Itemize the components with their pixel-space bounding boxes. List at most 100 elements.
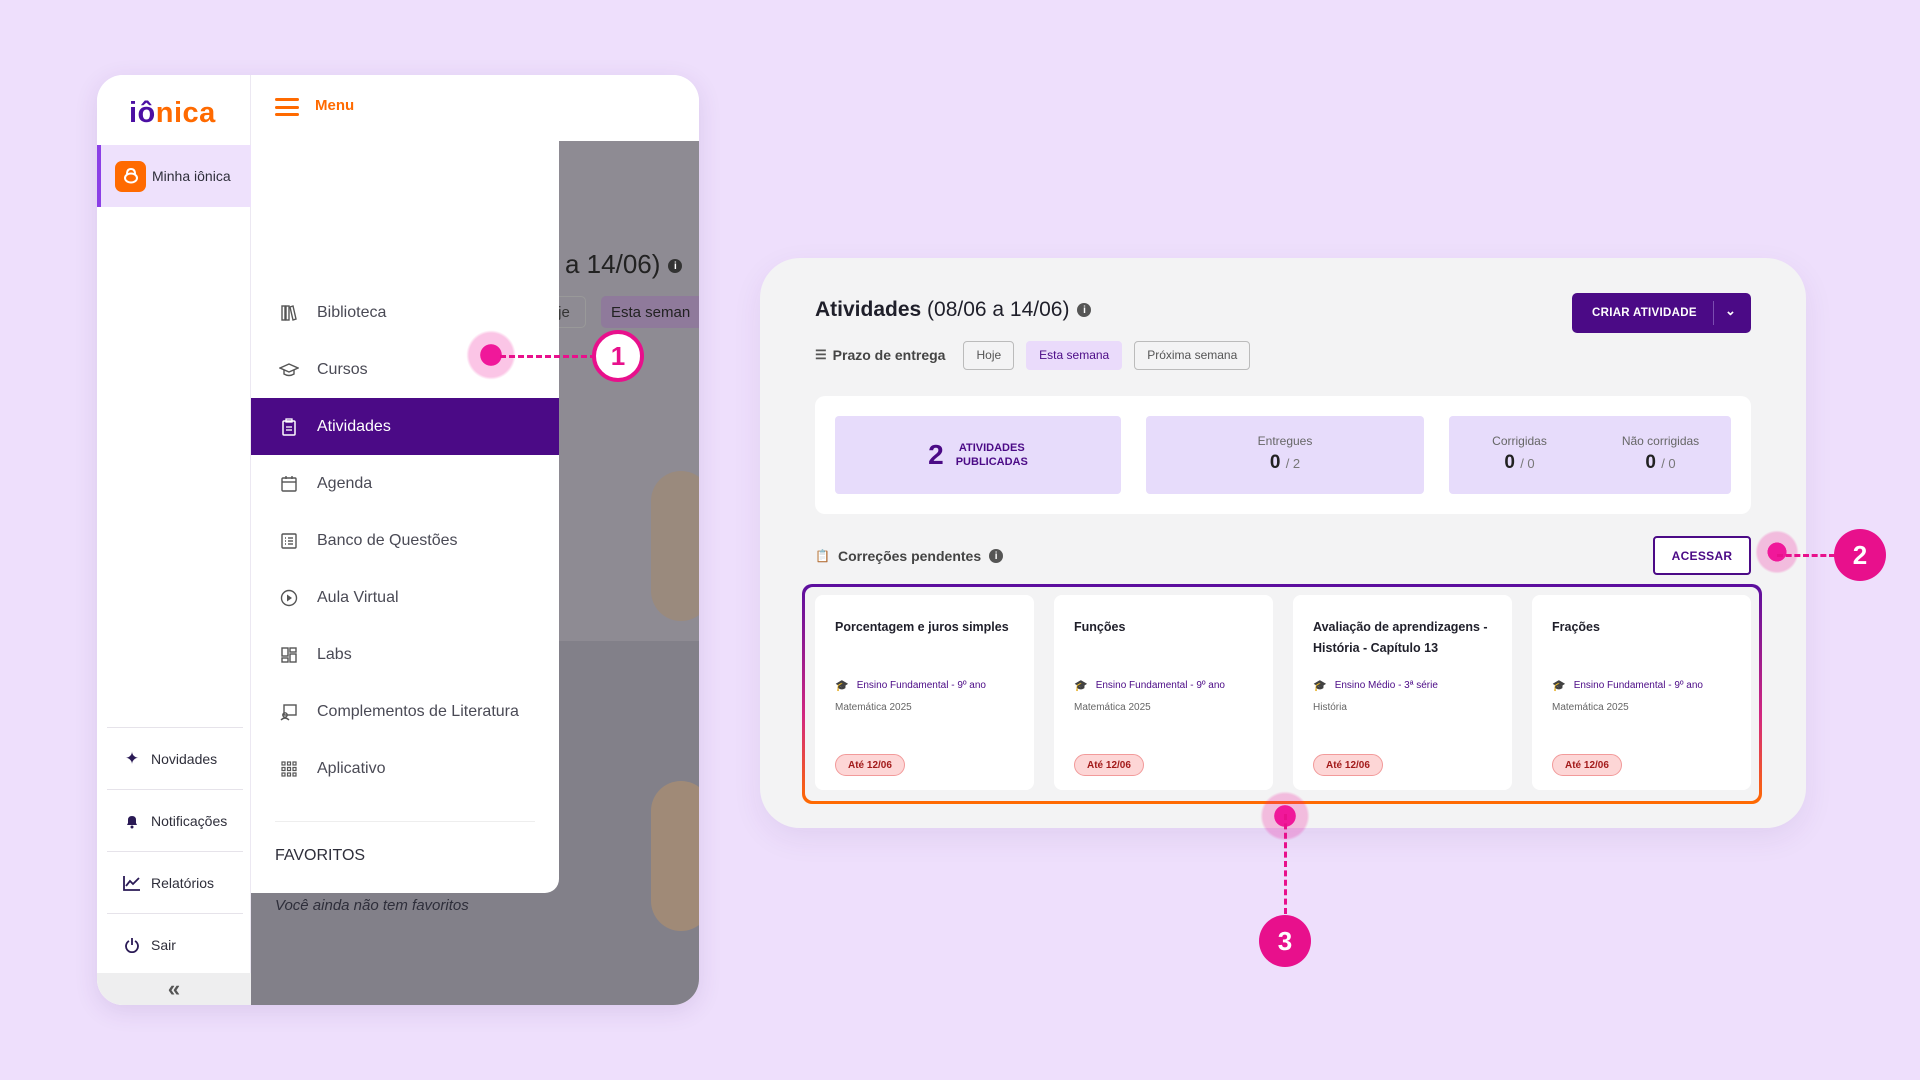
pending-card[interactable]: Avaliação de aprendizagens - História - … xyxy=(1293,595,1512,790)
graduation-cap-icon: 🎓 xyxy=(1313,680,1327,692)
navigation-drawer: Biblioteca Cursos Atividades Agenda Banc… xyxy=(251,141,559,914)
nav-item-biblioteca[interactable]: Biblioteca xyxy=(251,284,559,341)
rail-item-minha-ionica[interactable]: Minha iônica xyxy=(97,145,251,207)
ionica-bag-icon xyxy=(115,160,146,192)
sliders-icon: ☰ xyxy=(815,347,827,362)
due-badge: Até 12/06 xyxy=(1074,754,1144,776)
pending-card[interactable]: Funções 🎓 Ensino Fundamental - 9º ano Mat… xyxy=(1054,595,1273,790)
card-level: 🎓 Ensino Fundamental - 9º ano xyxy=(1074,679,1225,692)
nav-item-agenda[interactable]: Agenda xyxy=(251,455,559,512)
callout-2-badge: 2 xyxy=(1834,529,1886,581)
due-badge: Até 12/06 xyxy=(1552,754,1622,776)
card-subject: Matemática 2025 xyxy=(835,702,912,713)
favorites-empty-message: Você ainda não tem favoritos xyxy=(275,897,469,914)
ionica-logo[interactable]: iônica xyxy=(129,97,216,130)
filter-label-text: Prazo de entrega xyxy=(832,347,946,363)
nav-item-label: Labs xyxy=(317,645,352,663)
card-title: Porcentagem e juros simples xyxy=(835,620,1009,634)
uncorrected-label: Não corrigidas xyxy=(1621,434,1700,448)
stat-corrected: Corrigidas 0 / 0 xyxy=(1449,416,1590,494)
corrected-count: 0 xyxy=(1504,452,1515,473)
logo-part-1: iô xyxy=(129,97,156,129)
title-bold: Atividades xyxy=(815,298,922,321)
delivered-label: Entregues xyxy=(1257,434,1313,448)
background-illustration xyxy=(651,781,699,931)
chart-line-icon xyxy=(121,872,143,894)
card-level: 🎓 Ensino Médio - 3ª série xyxy=(1313,679,1438,692)
rail-item-label: Sair xyxy=(151,936,176,953)
filter-chip-this-week[interactable]: Esta semana xyxy=(1026,340,1123,370)
play-icon xyxy=(279,588,299,608)
labs-icon xyxy=(279,645,299,665)
due-badge: Até 12/06 xyxy=(835,754,905,776)
favorites-title: FAVORITOS xyxy=(275,847,366,864)
card-level: 🎓 Ensino Fundamental - 9º ano xyxy=(1552,679,1703,692)
rail-item-novidades[interactable]: ✦ Novidades xyxy=(107,727,243,789)
access-button[interactable]: ACESSAR xyxy=(1653,536,1751,575)
nav-item-complementos-de-literatura[interactable]: Complementos de Literatura xyxy=(251,683,559,740)
due-badge: Até 12/06 xyxy=(1313,754,1383,776)
stat-delivered: Entregues 0 / 2 xyxy=(1146,416,1424,494)
pending-card[interactable]: Frações 🎓 Ensino Fundamental - 9º ano Mat… xyxy=(1532,595,1751,790)
title-date-range: (08/06 a 14/06) xyxy=(921,298,1070,321)
button-separator xyxy=(1713,301,1714,325)
nav-item-label: Agenda xyxy=(317,474,373,492)
calendar-icon xyxy=(279,474,299,494)
filter-chip-today[interactable]: Hoje xyxy=(963,340,1015,370)
nav-item-aula-virtual[interactable]: Aula Virtual xyxy=(251,569,559,626)
delivered-count: 0 xyxy=(1269,452,1281,473)
corrected-total: / 0 xyxy=(1520,456,1535,471)
books-icon xyxy=(279,303,299,323)
background-title-text: a 14/06) xyxy=(565,249,661,279)
nav-item-atividades[interactable]: Atividades xyxy=(251,398,559,455)
rail-item-relatorios[interactable]: Relatórios xyxy=(107,851,243,913)
filter-chip-next-week[interactable]: Próxima semana xyxy=(1134,340,1251,370)
nav-item-label: Banco de Questões xyxy=(317,531,458,549)
pending-corrections-header: 📋 Correções pendentes i xyxy=(815,548,1004,564)
clipboard-icon: 📋 xyxy=(815,549,830,563)
chevron-down-icon[interactable]: ⌄ xyxy=(1725,303,1736,319)
create-activity-button[interactable]: CRIAR ATIVIDADE ⌄ xyxy=(1572,293,1751,333)
menu-label[interactable]: Menu xyxy=(315,97,354,114)
stat-published: 2 ATIVIDADES PUBLICADAS xyxy=(835,416,1121,494)
nav-item-label: Atividades xyxy=(317,417,391,435)
nav-item-banco-de-questoes[interactable]: Banco de Questões xyxy=(251,512,559,569)
collapse-rail-button[interactable]: « xyxy=(97,973,251,1005)
pending-card[interactable]: Porcentagem e juros simples 🎓 Ensino Fund… xyxy=(815,595,1034,790)
background-illustration xyxy=(651,471,699,621)
bell-icon xyxy=(121,810,143,832)
rail-item-sair[interactable]: Sair xyxy=(107,913,243,975)
card-level-text: Ensino Médio - 3ª série xyxy=(1334,680,1438,691)
stat-corrections: Corrigidas 0 / 0 Não corrigidas 0 / 0 xyxy=(1449,416,1731,494)
published-label-line-1: ATIVIDADES xyxy=(958,442,1025,454)
rail-item-label: Notificações xyxy=(151,812,228,829)
activities-panel: Atividades (08/06 a 14/06) i CRIAR ATIVID… xyxy=(760,258,1806,828)
rail-item-label: Relatórios xyxy=(151,874,215,891)
double-chevron-left-icon: « xyxy=(167,976,181,1001)
callout-number: 1 xyxy=(610,340,626,371)
callout-3-line xyxy=(1284,814,1287,914)
rail-item-notificacoes[interactable]: Notificações xyxy=(107,789,243,851)
card-level-text: Ensino Fundamental - 9º ano xyxy=(856,680,986,691)
hamburger-icon[interactable] xyxy=(275,98,299,116)
callout-number: 3 xyxy=(1277,925,1293,956)
graduation-cap-icon: 🎓 xyxy=(1552,680,1566,692)
list-icon xyxy=(279,531,299,551)
uncorrected-count: 0 xyxy=(1645,452,1656,473)
callout-1-badge: 1 xyxy=(592,330,644,382)
card-subject: Matemática 2025 xyxy=(1074,702,1151,713)
deadline-filter: ☰ Prazo de entrega Hoje Esta semana Próxi… xyxy=(815,340,1262,370)
rail-item-label: Novidades xyxy=(151,750,218,767)
corrected-label: Corrigidas xyxy=(1492,434,1547,448)
card-level: 🎓 Ensino Fundamental - 9º ano xyxy=(835,679,986,692)
page-title: Atividades (08/06 a 14/06) i xyxy=(815,298,1092,322)
nav-item-label: Cursos xyxy=(317,360,368,378)
published-label: ATIVIDADES PUBLICADAS xyxy=(956,441,1028,469)
info-icon[interactable]: i xyxy=(1077,303,1092,318)
uncorrected-total: / 0 xyxy=(1661,456,1676,471)
sparkle-icon: ✦ xyxy=(124,748,140,768)
info-icon[interactable]: i xyxy=(989,549,1004,563)
nav-item-labs[interactable]: Labs xyxy=(251,626,559,683)
nav-item-aplicativo[interactable]: Aplicativo xyxy=(251,740,559,797)
card-title: Frações xyxy=(1552,620,1600,634)
